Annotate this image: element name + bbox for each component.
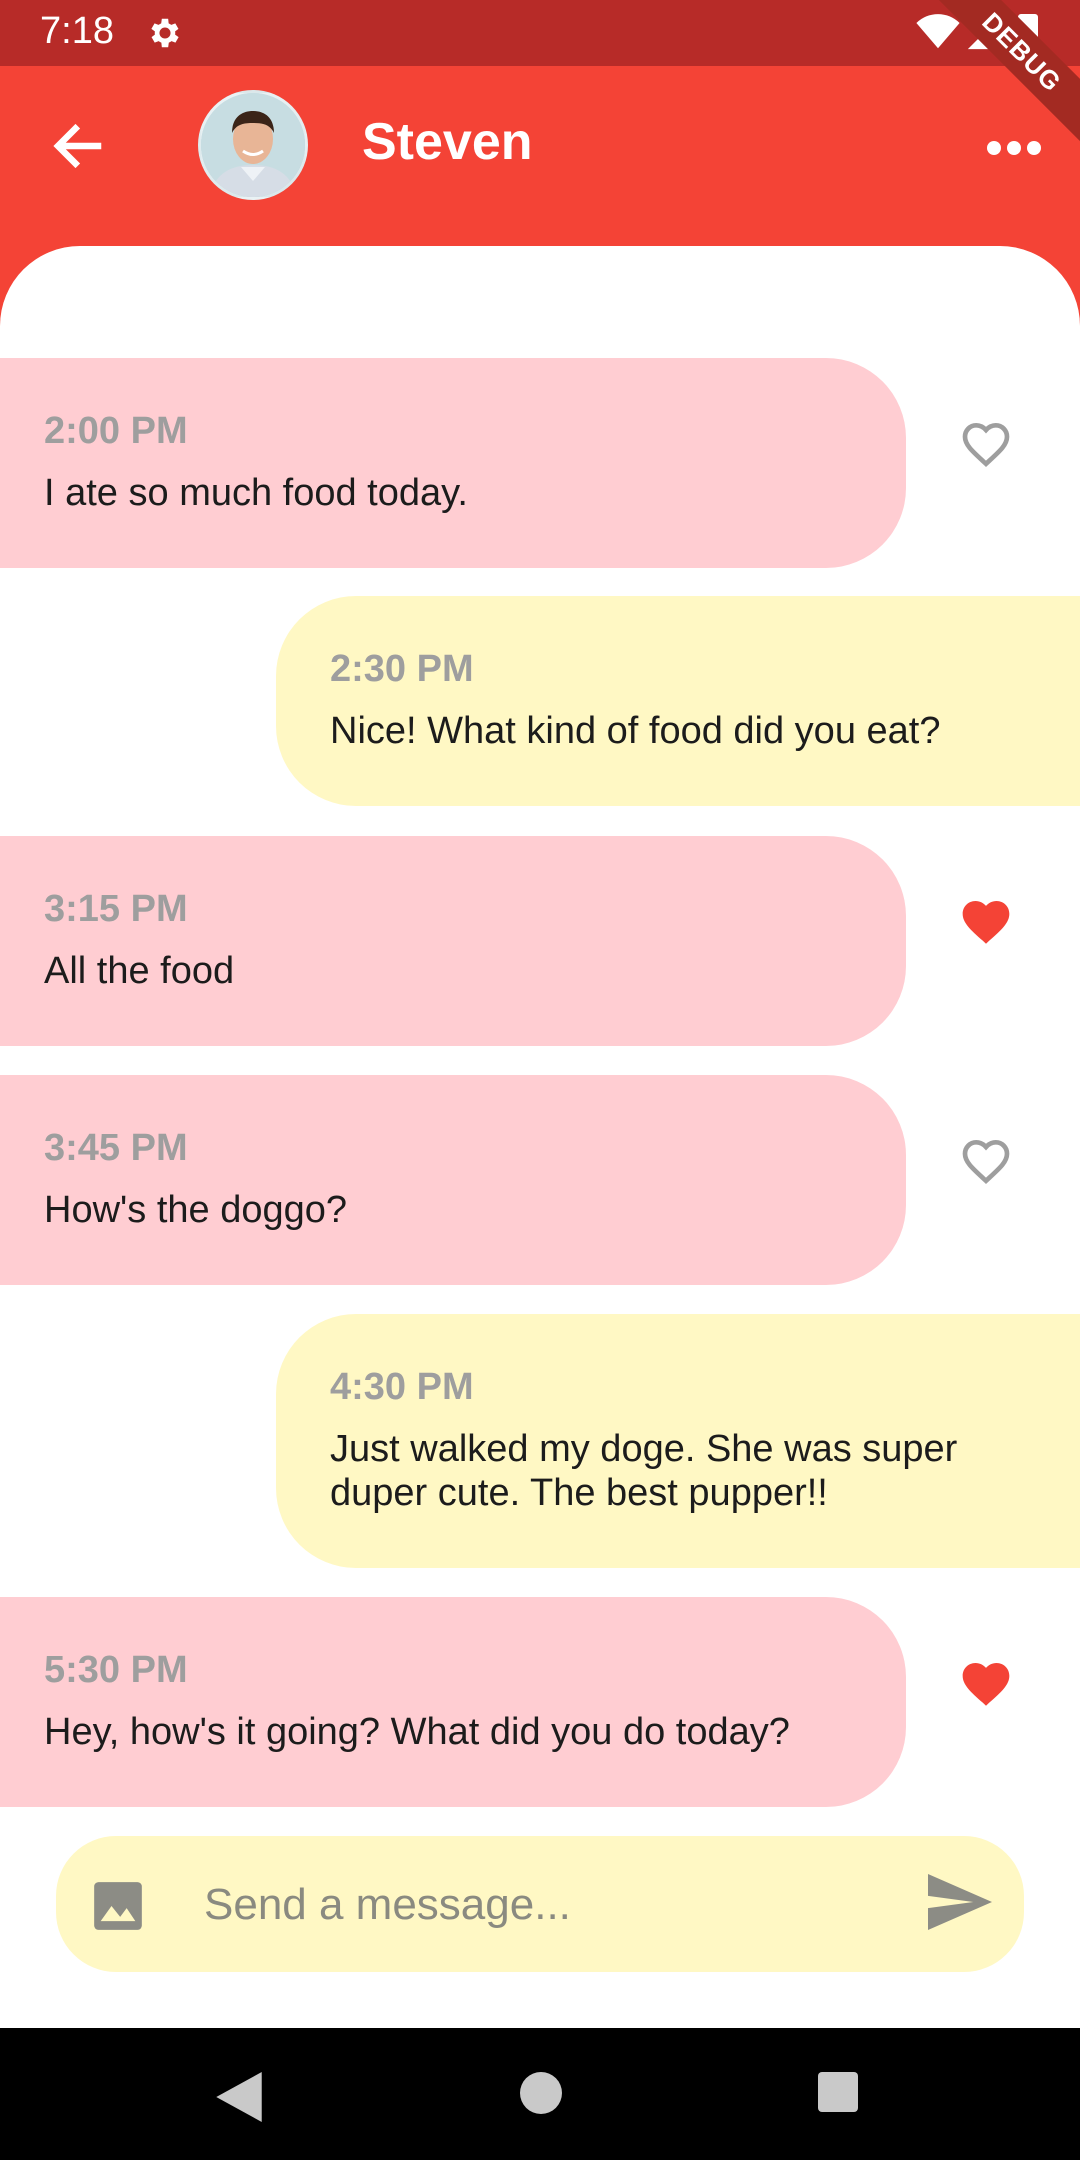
message-time: 5:30 PM: [44, 1649, 188, 1691]
message-time: 3:45 PM: [44, 1127, 188, 1169]
message-bubble-incoming: 3:45 PM How's the doggo?: [0, 1075, 906, 1285]
message-bubble-outgoing: 2:30 PM Nice! What kind of food did you …: [276, 596, 1080, 806]
message-time: 2:30 PM: [330, 648, 474, 690]
heart-filled-icon[interactable]: [958, 894, 1014, 950]
more-horiz-icon[interactable]: [984, 128, 1044, 168]
status-time: 7:18: [40, 10, 114, 52]
status-bar: 7:18 DEBUG: [0, 0, 1080, 174]
arrow-back-icon[interactable]: [48, 116, 108, 176]
message-time: 4:30 PM: [330, 1366, 474, 1408]
avatar[interactable]: [198, 90, 308, 200]
message-text: Hey, how's it going? What did you do tod…: [44, 1711, 790, 1753]
avatar-photo: [201, 93, 305, 197]
message-bubble-incoming: 5:30 PM Hey, how's it going? What did yo…: [0, 1597, 906, 1807]
settings-gear-icon: [151, 18, 179, 48]
chat-panel[interactable]: 2:00 PM I ate so much food today. 2:30 P…: [0, 246, 1080, 2028]
message-input[interactable]: [202, 1866, 906, 1944]
nav-home-icon[interactable]: [520, 2072, 562, 2114]
nav-back-icon[interactable]: [216, 2072, 262, 2122]
message-text: I ate so much food today.: [44, 472, 468, 514]
message-bubble-incoming: 3:15 PM All the food: [0, 836, 906, 1046]
message-bubble-outgoing: 4:30 PM Just walked my doge. She was sup…: [276, 1314, 1080, 1568]
heart-outline-icon[interactable]: [958, 416, 1014, 472]
send-icon[interactable]: [928, 1874, 992, 1930]
app-bar: Steven: [0, 66, 1080, 246]
system-nav-bar: [0, 2028, 1080, 2160]
heart-outline-icon[interactable]: [958, 1133, 1014, 1189]
message-composer: [56, 1836, 1024, 1972]
nav-recents-icon[interactable]: [818, 2072, 858, 2112]
message-text: Just walked my doge. She was super duper…: [330, 1428, 958, 1514]
heart-filled-icon[interactable]: [958, 1656, 1014, 1712]
message-time: 3:15 PM: [44, 888, 188, 930]
image-icon[interactable]: [92, 1880, 144, 1932]
message-text: All the food: [44, 950, 235, 992]
message-text: Nice! What kind of food did you eat?: [330, 710, 941, 752]
message-text: How's the doggo?: [44, 1189, 348, 1231]
message-bubble-incoming: 2:00 PM I ate so much food today.: [0, 358, 906, 568]
wifi-icon: [916, 14, 960, 49]
contact-name: Steven: [362, 113, 533, 171]
message-time: 2:00 PM: [44, 410, 188, 452]
